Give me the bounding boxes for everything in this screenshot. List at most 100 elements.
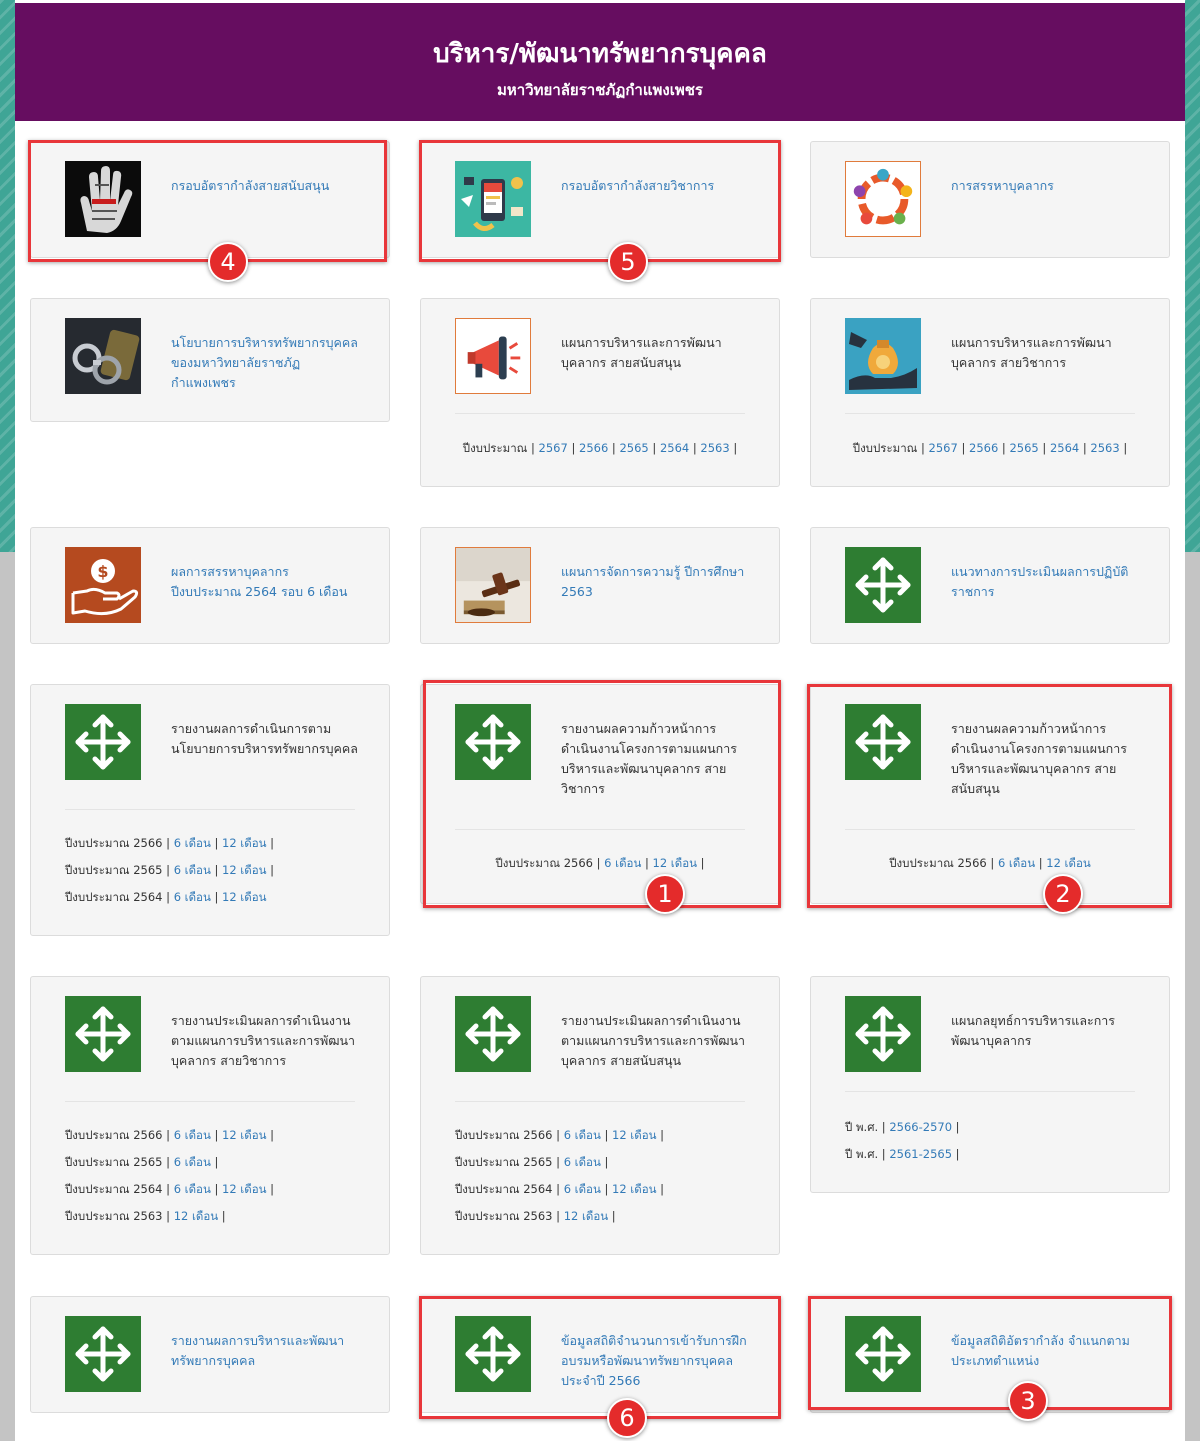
period-link[interactable]: 12 เดือน bbox=[222, 1128, 266, 1142]
year-link[interactable]: 2563 bbox=[700, 441, 729, 455]
team-circle-icon bbox=[845, 161, 921, 237]
year-label: ปีงบประมาณ 2566 bbox=[455, 1128, 553, 1142]
megaphone-icon bbox=[455, 318, 531, 394]
divider bbox=[65, 809, 355, 810]
divider bbox=[455, 413, 745, 414]
year-links: ปีงบประมาณ | 2567 | 2566 | 2565 | 2564 |… bbox=[852, 441, 1128, 455]
year-row: ปี พ.ศ. | 2561-2565 | bbox=[845, 1147, 960, 1161]
card-title[interactable]: การสรรหาบุคลากร bbox=[951, 176, 1141, 196]
period-link[interactable]: 6 เดือน bbox=[564, 1155, 601, 1169]
card-policy-implementation-report[interactable]: รายงานผลการดำเนินการตามนโยบายการบริหารทร… bbox=[30, 684, 390, 936]
card-title[interactable]: แผนการจัดการความรู้ ปีการศึกษา 2563 bbox=[561, 562, 751, 602]
year-label: ปีงบประมาณ 2563 bbox=[455, 1209, 553, 1223]
card-knowledge-management-plan[interactable]: แผนการจัดการความรู้ ปีการศึกษา 2563 bbox=[420, 527, 780, 644]
highlight-box bbox=[423, 680, 781, 908]
card-recruitment[interactable]: การสรรหาบุคลากร bbox=[810, 141, 1170, 258]
period-link[interactable]: 2561-2565 bbox=[889, 1147, 952, 1161]
year-link[interactable]: 2563 bbox=[1090, 441, 1119, 455]
period-link[interactable]: 12 เดือน bbox=[222, 836, 266, 850]
year-label: ปีงบประมาณ 2564 bbox=[65, 890, 163, 904]
year-link[interactable]: 2565 bbox=[1009, 441, 1038, 455]
period-link[interactable]: 12 เดือน bbox=[612, 1182, 656, 1196]
period-link[interactable]: 12 เดือน bbox=[174, 1209, 218, 1223]
divider bbox=[455, 1101, 745, 1102]
divider bbox=[65, 1101, 355, 1102]
handcuffs-money-icon bbox=[65, 318, 141, 394]
highlight-box bbox=[808, 1296, 1172, 1410]
period-link[interactable]: 6 เดือน bbox=[174, 863, 211, 877]
gavel-book-icon bbox=[455, 547, 531, 623]
period-link[interactable]: 12 เดือน bbox=[564, 1209, 608, 1223]
page-title: บริหาร/พัฒนาทรัพยากรบุคคล bbox=[433, 39, 767, 69]
year-row: ปีงบประมาณ 2564 | 6 เดือน | 12 เดือน | bbox=[455, 1182, 665, 1196]
year-row: ปีงบประมาณ 2566 | 6 เดือน | 12 เดือน | bbox=[455, 1128, 665, 1142]
card-title: แผนการบริหารและการพัฒนาบุคลากร สายวิชากา… bbox=[951, 335, 1112, 370]
card-plan-academic[interactable]: แผนการบริหารและการพัฒนาบุคลากร สายวิชากา… bbox=[810, 298, 1170, 487]
move-arrows-icon bbox=[455, 996, 531, 1072]
card-title: แผนกลยุทธ์การบริหารและการพัฒนาบุคลากร bbox=[951, 1013, 1116, 1048]
card-performance-evaluation-guidelines[interactable]: แนวทางการประเมินผลการปฏิบัติราชการ bbox=[810, 527, 1170, 644]
year-row: ปีงบประมาณ 2566 | 6 เดือน | 12 เดือน | bbox=[65, 1128, 275, 1142]
highlight-box bbox=[807, 684, 1172, 908]
period-link[interactable]: 6 เดือน bbox=[174, 1155, 211, 1169]
highlight-box bbox=[419, 140, 781, 262]
period-link[interactable]: 6 เดือน bbox=[174, 890, 211, 904]
card-title[interactable]: ผลการสรรหาบุคลากร ปีงบประมาณ 2564 รอบ 6 … bbox=[171, 562, 361, 602]
year-row: ปีงบประมาณ 2566 | 6 เดือน | 12 เดือน | bbox=[65, 836, 275, 850]
highlight-box bbox=[28, 140, 387, 262]
period-link[interactable]: 6 เดือน bbox=[174, 1128, 211, 1142]
card-title: รายงานประเมินผลการดำเนินงานตามแผนการบริห… bbox=[171, 1013, 356, 1068]
period-link[interactable]: 6 เดือน bbox=[564, 1182, 601, 1196]
card-title: แผนการบริหารและการพัฒนาบุคลากร สายสนับสน… bbox=[561, 335, 722, 370]
year-label: ปีงบประมาณ bbox=[462, 441, 528, 455]
year-row: ปีงบประมาณ 2565 | 6 เดือน | bbox=[65, 1155, 219, 1169]
period-link[interactable]: 6 เดือน bbox=[564, 1128, 601, 1142]
card-hr-management-results[interactable]: รายงานผลการบริหารและพัฒนาทรัพยากรบุคคล bbox=[30, 1296, 390, 1413]
period-link[interactable]: 6 เดือน bbox=[174, 1182, 211, 1196]
card-plan-support[interactable]: แผนการบริหารและการพัฒนาบุคลากร สายสนับสน… bbox=[420, 298, 780, 487]
card-title[interactable]: แนวทางการประเมินผลการปฏิบัติราชการ bbox=[951, 562, 1141, 602]
svg-text:$: $ bbox=[97, 562, 108, 581]
period-link[interactable]: 12 เดือน bbox=[612, 1128, 656, 1142]
card-title: รายงานประเมินผลการดำเนินงานตามแผนการบริห… bbox=[561, 1013, 746, 1068]
highlight-box bbox=[419, 1296, 781, 1419]
year-link[interactable]: 2566 bbox=[969, 441, 998, 455]
year-label: ปีงบประมาณ 2566 bbox=[65, 1128, 163, 1142]
period-link[interactable]: 12 เดือน bbox=[222, 890, 266, 904]
year-link[interactable]: 2567 bbox=[539, 441, 568, 455]
year-link[interactable]: 2566 bbox=[579, 441, 608, 455]
year-label: ปีงบประมาณ 2565 bbox=[455, 1155, 553, 1169]
year-link[interactable]: 2567 bbox=[929, 441, 958, 455]
move-arrows-icon bbox=[65, 704, 141, 780]
year-label: ปี พ.ศ. bbox=[845, 1147, 879, 1161]
move-arrows-icon bbox=[65, 996, 141, 1072]
card-title[interactable]: นโยบายการบริหารทรัพยากรบุคคลของมหาวิทยาล… bbox=[171, 333, 361, 393]
year-row: ปีงบประมาณ 2563 | 12 เดือน | bbox=[65, 1209, 226, 1223]
period-link[interactable]: 12 เดือน bbox=[222, 1182, 266, 1196]
card-recruitment-results[interactable]: $ ผลการสรรหาบุคลากร ปีงบประมาณ 2564 รอบ … bbox=[30, 527, 390, 644]
card-evaluation-report-support[interactable]: รายงานประเมินผลการดำเนินงานตามแผนการบริห… bbox=[420, 976, 780, 1255]
callout-badge: 5 bbox=[608, 242, 648, 282]
year-row: ปีงบประมาณ 2564 | 6 เดือน | 12 เดือน | bbox=[65, 1182, 275, 1196]
card-title: รายงานผลการดำเนินการตามนโยบายการบริหารทร… bbox=[171, 721, 358, 756]
year-row: ปีงบประมาณ 2565 | 6 เดือน | 12 เดือน | bbox=[65, 863, 275, 877]
card-strategic-plan[interactable]: แผนกลยุทธ์การบริหารและการพัฒนาบุคลากร ปี… bbox=[810, 976, 1170, 1193]
callout-badge: 4 bbox=[208, 242, 248, 282]
hand-coin-icon: $ bbox=[65, 547, 141, 623]
year-link[interactable]: 2564 bbox=[660, 441, 689, 455]
move-arrows-icon bbox=[845, 547, 921, 623]
year-link[interactable]: 2565 bbox=[619, 441, 648, 455]
period-link[interactable]: 12 เดือน bbox=[222, 863, 266, 877]
year-link[interactable]: 2564 bbox=[1050, 441, 1079, 455]
year-links: ปีงบประมาณ | 2567 | 2566 | 2565 | 2564 |… bbox=[462, 441, 738, 455]
period-link[interactable]: 6 เดือน bbox=[174, 836, 211, 850]
card-title[interactable]: รายงานผลการบริหารและพัฒนาทรัพยากรบุคคล bbox=[171, 1331, 361, 1371]
money-bag-icon bbox=[845, 318, 921, 394]
year-label: ปีงบประมาณ 2565 bbox=[65, 1155, 163, 1169]
page-header: บริหาร/พัฒนาทรัพยากรบุคคล มหาวิทยาลัยราช… bbox=[15, 3, 1185, 121]
move-arrows-icon bbox=[65, 1316, 141, 1392]
period-link[interactable]: 2566-2570 bbox=[889, 1120, 952, 1134]
card-hr-policy[interactable]: นโยบายการบริหารทรัพยากรบุคคลของมหาวิทยาล… bbox=[30, 298, 390, 422]
year-label: ปีงบประมาณ 2564 bbox=[65, 1182, 163, 1196]
card-evaluation-report-academic[interactable]: รายงานประเมินผลการดำเนินงานตามแผนการบริห… bbox=[30, 976, 390, 1255]
